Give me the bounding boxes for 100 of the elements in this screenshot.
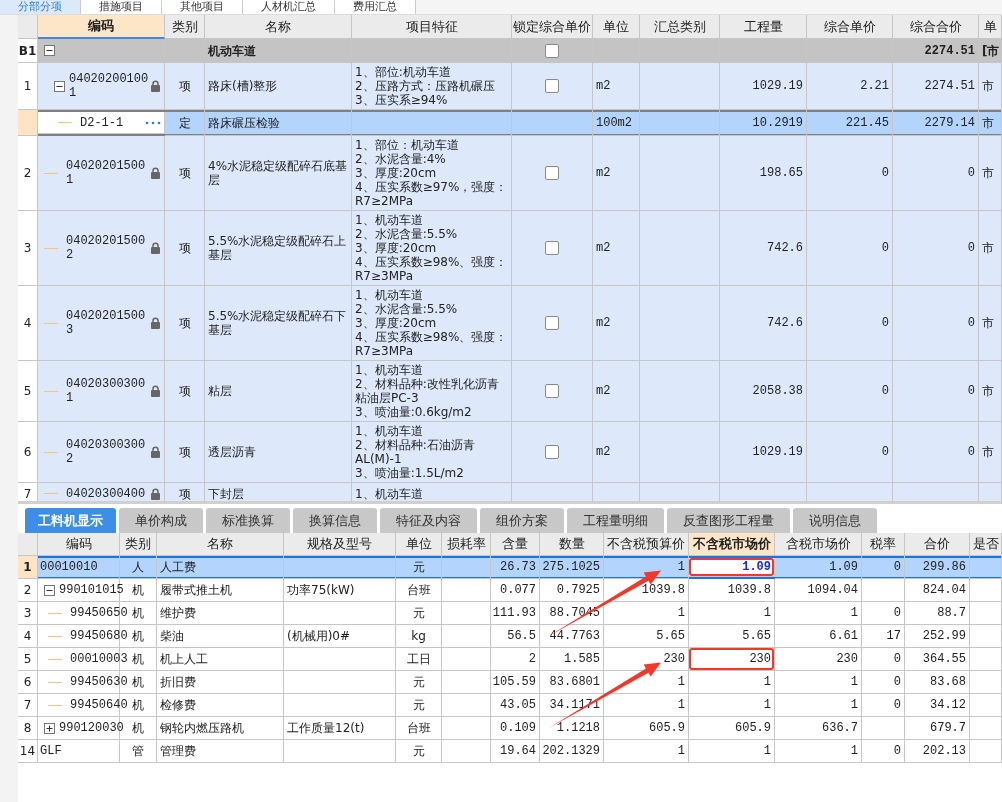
tree-line [44, 493, 58, 494]
table-cell [970, 556, 1002, 579]
table-cell: 0 [862, 648, 905, 671]
checkbox[interactable] [545, 445, 559, 459]
table-cell: 1 [18, 556, 38, 579]
row-number: 7 [18, 483, 38, 501]
expand-toggle-icon[interactable] [44, 722, 55, 734]
tab[interactable]: 标准换算 [206, 508, 290, 533]
table-cell [442, 717, 491, 740]
feature-text: 1、机动车道 [355, 424, 423, 438]
padlock-icon [150, 317, 161, 329]
table-row[interactable]: 14 GLF 管 管理费 元 19.64 202.1329 1 1 1 0 202.13 [18, 740, 1002, 763]
feature-text: 3、压实系≥94% [355, 93, 448, 107]
table-row[interactable]: 4 99450680 机 柴油 (机械用)0# kg 56.5 44.7763 5.65 5.65 6.61 17 252.99 [18, 625, 1002, 648]
column-header[interactable]: 编码 [38, 15, 165, 39]
table-cell: 0 [862, 602, 905, 625]
table-cell: 1 [604, 740, 689, 763]
table-cell: 4 [18, 625, 38, 648]
table-cell [970, 740, 1002, 763]
table-cell: 0 [862, 671, 905, 694]
table-cell: 605.9 [604, 717, 689, 740]
table-cell: 2 [491, 648, 540, 671]
table-cell: 1 [689, 671, 775, 694]
table-cell: 0 [862, 556, 905, 579]
table-cell [970, 579, 1002, 602]
tab[interactable]: 措施项目 [81, 0, 162, 14]
table-cell: 1.09 [689, 558, 775, 577]
tab[interactable]: 特征及内容 [380, 508, 477, 533]
feature-text: 2、压路方式：压路机碾压 [355, 79, 495, 93]
tab[interactable]: 换算信息 [293, 508, 377, 533]
tab[interactable]: 单价构成 [119, 508, 203, 533]
table-cell: 机上人工 [157, 648, 284, 671]
collapse-toggle-icon[interactable] [54, 80, 65, 92]
checkbox[interactable] [545, 316, 559, 330]
checkbox[interactable] [545, 166, 559, 180]
checkbox[interactable] [545, 43, 559, 58]
code-text: 00010003 [70, 652, 128, 666]
column-header[interactable]: 不含税市场价 [689, 533, 775, 556]
tree-line [44, 172, 58, 174]
table-cell: 台班 [396, 717, 442, 740]
feature-text: 2、水泥含量:5.5% [355, 227, 458, 241]
table-cell: 6.61 [775, 625, 862, 648]
table-cell: kg [396, 625, 442, 648]
tree-line [58, 122, 72, 123]
more-icon[interactable] [145, 120, 161, 125]
feature-text: 1、机动车道 [355, 288, 423, 302]
table-cell: 履带式推土机 [157, 579, 284, 602]
table-row[interactable]: 5 00010003 机 机上人工 工日 2 1.585 230 230 230 0 364.55 [18, 648, 1002, 671]
table-cell: 元 [396, 671, 442, 694]
table-row[interactable]: 1 040202001001 项 路床(槽)整形 1、部位:机动车道 2、压路方式：压路机碾压 3、压实系≥94% m2 1029.19 2.21 2274.51 市 [18, 63, 1002, 110]
collapse-toggle-icon[interactable] [44, 45, 55, 56]
table-row[interactable]: 6 040203003002 项 透层沥青 1、机动车道 2、材料品种:石油沥青AL(M)-1 3、喷油量:1.5L/m2 m2 1029.19 0 0 市 [18, 422, 1002, 483]
tab[interactable]: 分部分项 [0, 0, 81, 14]
table-cell: 工日 [396, 648, 442, 671]
tab[interactable]: 反查图形工程量 [667, 508, 790, 533]
table-cell: 605.9 [689, 717, 775, 740]
tab[interactable]: 说明信息 [793, 508, 877, 533]
table-cell: 1 [689, 602, 775, 625]
padlock-icon [150, 167, 161, 179]
tab[interactable]: 工程量明细 [567, 508, 664, 533]
table-cell: 1039.8 [689, 579, 775, 602]
table-cell: 364.55 [905, 648, 970, 671]
padlock-icon [150, 446, 161, 458]
table-cell: 56.5 [491, 625, 540, 648]
table-row[interactable]: 7 04020300400 项 下封层 1、机动车道 [18, 483, 1002, 501]
table-row[interactable]: D2-1-1 定 路床碾压检验 100m2 10.2919 221.45 2279.14 市 [18, 110, 1002, 136]
table-cell [970, 602, 1002, 625]
tree-line [44, 451, 58, 453]
checkbox[interactable] [545, 384, 559, 398]
table-cell: 202.1329 [540, 740, 604, 763]
table-cell: 275.1025 [540, 556, 604, 579]
feature-text: 4、压实系数≥98%、强度：R7≥3MPa [355, 255, 508, 283]
feature-text: 1、部位:机动车道 [355, 65, 451, 79]
table-cell: 43.05 [491, 694, 540, 717]
table-cell: 柴油 [157, 625, 284, 648]
tab[interactable]: 人材机汇总 [243, 0, 335, 14]
table-row[interactable]: 5 040203003001 项 粘层 1、机动车道 2、材料品种:改性乳化沥青粘油层PC-3 3、喷油量:0.6kg/m2 m2 2058.38 0 0 市 [18, 361, 1002, 422]
table-cell: 26.73 [491, 556, 540, 579]
table-cell: 台班 [396, 579, 442, 602]
table-cell: 6 [18, 671, 38, 694]
table-cell: 人 [120, 556, 157, 579]
table-row[interactable]: 1 00010010 人 人工费 元 26.73 275.1025 1 1.09 1.09 0 299.86 [18, 556, 1002, 579]
feature-text: 3、喷油量:0.6kg/m2 [355, 405, 472, 419]
table-cell: 1 [689, 740, 775, 763]
checkbox[interactable] [545, 241, 559, 255]
checkbox[interactable] [545, 79, 559, 93]
collapse-toggle-icon[interactable] [44, 584, 55, 596]
table-cell: 83.6801 [540, 671, 604, 694]
tab[interactable]: 组价方案 [480, 508, 564, 533]
table-cell: 0.7925 [540, 579, 604, 602]
feature-text: 2、材料品种:改性乳化沥青粘油层PC-3 [355, 377, 500, 405]
table-cell: 1 [689, 694, 775, 717]
feature-text: 1、机动车道 [355, 486, 423, 501]
tab[interactable]: 费用汇总 [335, 0, 416, 14]
table-cell: 元 [396, 602, 442, 625]
code-text: 040202015001 [66, 159, 146, 187]
table-cell [442, 671, 491, 694]
section-row[interactable]: B1 机动车道 2274.51 [市 [18, 39, 1002, 63]
tab[interactable]: 其他项目 [162, 0, 243, 14]
tree-line [48, 612, 62, 614]
